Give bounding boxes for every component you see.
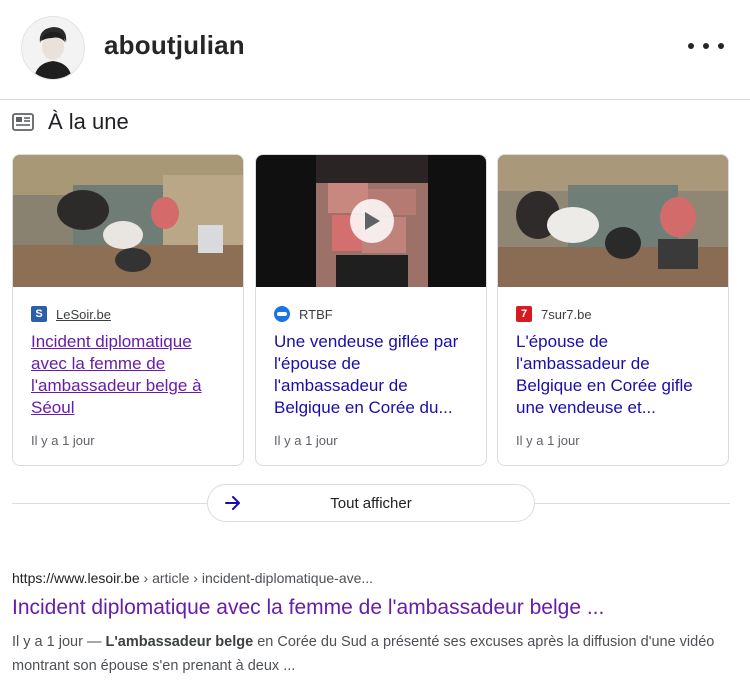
- dot: [688, 43, 694, 49]
- source-name[interactable]: RTBF: [299, 307, 333, 322]
- news-thumbnail[interactable]: [498, 155, 728, 287]
- lesoir-logo-icon: S: [31, 306, 47, 322]
- result-snippet: Il y a 1 jour — L'ambassadeur belge en C…: [12, 630, 732, 678]
- result-breadcrumbs: › article › incident-diplomatique-ave...: [139, 570, 374, 586]
- result-domain: https://www.lesoir.be: [12, 570, 140, 586]
- play-button-icon[interactable]: [350, 199, 394, 243]
- news-source: S LeSoir.be: [31, 305, 111, 323]
- dot: [718, 43, 724, 49]
- username[interactable]: aboutjulian: [104, 30, 245, 61]
- news-headline[interactable]: Une vendeuse giflée par l'épouse de l'am…: [274, 331, 474, 419]
- news-source: 7 7sur7.be: [516, 305, 592, 323]
- news-time: Il y a 1 jour: [31, 433, 95, 448]
- more-horizontal-icon[interactable]: [688, 34, 724, 58]
- divider: [535, 503, 730, 504]
- 7sur7-logo-icon: 7: [516, 306, 532, 322]
- show-all-label: Tout afficher: [330, 495, 412, 512]
- top-stories-heading: À la une: [12, 106, 129, 138]
- source-name[interactable]: 7sur7.be: [541, 307, 592, 322]
- news-card[interactable]: S LeSoir.be Incident diplomatique avec l…: [12, 154, 244, 466]
- news-time: Il y a 1 jour: [274, 433, 338, 448]
- section-title: À la une: [48, 109, 129, 134]
- news-card[interactable]: RTBF Une vendeuse giflée par l'épouse de…: [255, 154, 487, 466]
- snippet-bold: L'ambassadeur belge: [105, 634, 254, 650]
- source-name[interactable]: LeSoir.be: [56, 307, 111, 322]
- news-card[interactable]: 7 7sur7.be L'épouse de l'ambassadeur de …: [497, 154, 729, 466]
- avatar[interactable]: [21, 16, 85, 80]
- rtbf-logo-icon: [274, 306, 290, 322]
- show-all-button[interactable]: Tout afficher: [207, 484, 535, 522]
- news-source: RTBF: [274, 305, 333, 323]
- news-thumbnail[interactable]: [13, 155, 243, 287]
- result-title-link[interactable]: Incident diplomatique avec la femme de l…: [12, 596, 604, 620]
- news-headline[interactable]: Incident diplomatique avec la femme de l…: [31, 331, 231, 419]
- post-header: aboutjulian: [0, 0, 750, 100]
- newspaper-icon: [12, 113, 34, 131]
- divider: [12, 503, 207, 504]
- news-headline[interactable]: L'épouse de l'ambassadeur de Belgique en…: [516, 331, 716, 419]
- news-time: Il y a 1 jour: [516, 433, 580, 448]
- result-url[interactable]: https://www.lesoir.be › article › incide…: [12, 570, 373, 586]
- news-thumbnail[interactable]: [256, 155, 486, 287]
- person-avatar-icon: [22, 17, 84, 79]
- dot: [703, 43, 709, 49]
- snippet-time: Il y a 1 jour —: [12, 634, 106, 650]
